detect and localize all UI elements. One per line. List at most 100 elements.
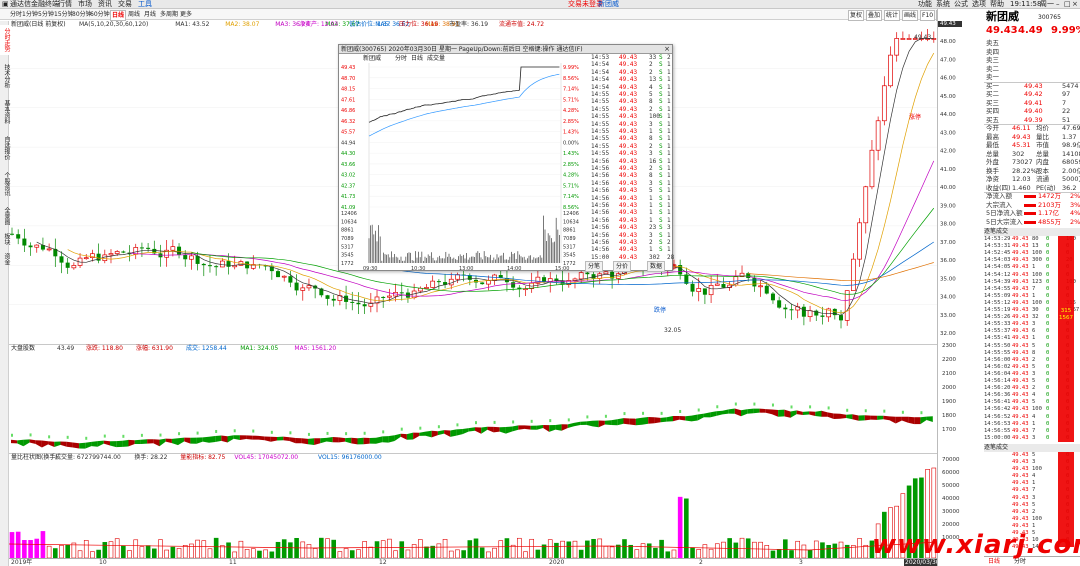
tick-row[interactable]: 14:55 49.43 3 S 1 [591,150,673,157]
tick-row[interactable]: 14:56 49.43 3 S 1 [591,232,673,239]
tick-flag: S [659,76,663,84]
tick-flag: S [659,83,663,91]
period-60m[interactable]: 60分钟 [90,10,110,19]
sidebar-item-news[interactable]: 个股资讯 [0,169,10,199]
tick-price: 49.43 [619,231,638,239]
tick-row[interactable]: 14:56 49.43 5 S 1 [591,187,673,194]
popup-tab-intraday[interactable]: 分时 [395,54,407,63]
popup-title[interactable]: 新团威(300765) 2020年03月30日 星期一 PageUp/Down:… [339,45,672,54]
period-multi[interactable]: 多周期 [160,10,178,19]
tick-row[interactable]: 14:56 49.43 1 S 1 [591,195,673,202]
period-intraday[interactable]: 分时 [10,10,22,19]
app-title: 通达信金融终端 [10,0,59,8]
tick-row[interactable]: 14:56 49.43 2 S 2 [591,239,673,246]
tick-row[interactable]: 14:54 49.43 13 S 1 [591,76,673,83]
sidebar-item-panorama[interactable]: 全景图 [0,205,10,227]
popup-bottom-tab[interactable]: 分价 [613,261,632,272]
popup-tab-volume[interactable]: 成交量 [427,54,445,63]
tick-row[interactable]: 14:56 49.43 23 S 3 [591,224,673,231]
btn-stats[interactable]: 统计 [884,10,901,21]
period-daily[interactable]: 日线 [110,10,127,21]
tick-row[interactable]: 14:56 49.43 3 S 1 [591,180,673,187]
btn-draw[interactable]: 画线 [902,10,919,21]
sidebar-item-intraday[interactable]: 分时走势 [0,25,10,55]
tick-row[interactable]: 14:56 49.43 1 S 1 [591,217,673,224]
btn-f10[interactable]: F10 [920,10,936,21]
volume-chart[interactable] [9,462,937,558]
sidebar-item-basic[interactable]: 基本资料 [0,97,10,127]
fs1-flag: 0 [1046,385,1050,392]
popup-bottom-tab[interactable]: 分笔 [585,261,604,272]
candle-body [708,284,714,296]
tick-row[interactable]: 14:55 49.43 5 S 1 [591,91,673,98]
popup-bottom-tab[interactable]: 数据 [647,261,666,272]
tick-row[interactable]: 14:55 49.43 1 S 1 [591,128,673,135]
menu-formula[interactable]: 公式 [954,0,968,9]
menu-help[interactable]: 帮助 [990,0,1004,9]
tick-row[interactable]: 14:55 49.43 2 S 1 [591,143,673,150]
candle-body [603,271,609,275]
tick-row[interactable]: 14:55 49.43 3 S 1 [591,121,673,128]
tick-row[interactable]: 14:54 49.43 4 S 1 [591,84,673,91]
fs1-vol: 2 [1032,356,1036,363]
tick-flag: S [659,157,663,165]
tick-row[interactable]: 14:56 49.43 1 S 1 [591,246,673,253]
tick-row[interactable]: 14:54 49.43 2 S 1 [591,61,673,68]
menu-func[interactable]: 功能 [918,0,932,9]
period-30m[interactable]: 30分钟 [72,10,92,19]
tick-table[interactable]: 14:53 49.43 33 S 2 14:54 49.43 2 S 1 14:54 49.43 2 S 1… [591,54,674,270]
popup-tab-name[interactable]: 新团威 [363,54,381,63]
sidebar-item-funds[interactable]: 资金 [0,251,10,267]
btn-adjust[interactable]: 复权 [848,10,865,21]
btn-overlay[interactable]: 叠加 [866,10,883,21]
intraday-popup[interactable]: 新团威(300765) 2020年03月30日 星期一 PageUp/Down:… [338,44,674,272]
tick-row[interactable]: 14:54 49.43 2 S 1 [591,69,673,76]
fs1-title[interactable]: 逐笔成交 [984,228,1080,236]
ask-label: 卖四 [986,47,999,56]
popup-intraday-chart[interactable]: 49.43 9.99% 48.70 8.56% 48.15 7.14% 47.61 5.71%… [339,63,591,271]
tick-row[interactable]: 14:55 49.43 8 S 1 [591,135,673,142]
period-monthly[interactable]: 月线 [144,10,156,19]
tick-row[interactable]: 14:56 49.43 8 S 1 [591,172,673,179]
tick-row[interactable]: 14:56 49.43 2 S 1 [591,165,673,172]
fs1-price: 49.43 [1012,264,1029,271]
period-1m[interactable]: 1分钟 [22,10,38,19]
fs2-title[interactable]: 逐笔成交 [984,443,1080,452]
tick-row[interactable]: 15:00 49.43 302 28 [591,254,674,261]
tick-row[interactable]: 14:56 49.43 16 S 1 [591,158,673,165]
menu-tools[interactable]: 工具 [138,0,152,9]
tick-row[interactable]: 14:55 49.43 2 S 1 [591,106,673,113]
tick-row[interactable]: 14:56 49.43 1 S 1 [591,202,673,209]
bid-price: 49.39 [1024,115,1043,124]
sidebar-item-tech[interactable]: 技术分析 [0,61,10,91]
volume-bar [374,541,380,558]
period-more[interactable]: 更多 [180,10,192,19]
popup-close-icon[interactable]: × [664,45,670,54]
tick-row[interactable]: 14:53 49.43 33 S 2 [591,54,673,61]
menu-options[interactable]: 选项 [972,0,986,9]
sidebar-item-sector[interactable]: 板块 [0,231,10,247]
sidebar-item-watchlist[interactable]: 自选报价 [0,133,10,163]
index-ribbon-chart[interactable] [9,353,937,453]
period-weekly[interactable]: 周线 [128,10,140,19]
menu-market[interactable]: 行情 [58,0,72,9]
tick-row[interactable]: 14:55 49.43 8 S 1 [591,98,673,105]
tick-row[interactable]: 14:55 49.43 100 S 1 [591,113,673,120]
popup-pct-tick: 8.56% [563,76,579,82]
popup-tab-daily[interactable]: 日线 [411,54,423,63]
close-icon[interactable]: × [1072,0,1078,9]
note-limit-up: 涨停 [909,113,921,121]
menu-news[interactable]: 资讯 [98,0,112,9]
tick-row[interactable]: 14:56 49.43 1 S 1 [591,209,673,216]
menu-system[interactable]: 系统 [936,0,950,9]
volume-bar [659,539,664,558]
minimize-icon[interactable]: – [1056,0,1060,9]
fs1-flag: 0 [1046,257,1050,264]
current-stock-name[interactable]: 新团威 [598,0,619,9]
period-15m[interactable]: 15分钟 [54,10,74,19]
menu-market2[interactable]: 市场 [78,0,92,9]
period-5m[interactable]: 5分钟 [38,10,54,19]
maximize-icon[interactable]: □ [1064,0,1071,9]
fs1-price: 49.43 [1012,356,1029,363]
menu-trade[interactable]: 交易 [118,0,132,9]
